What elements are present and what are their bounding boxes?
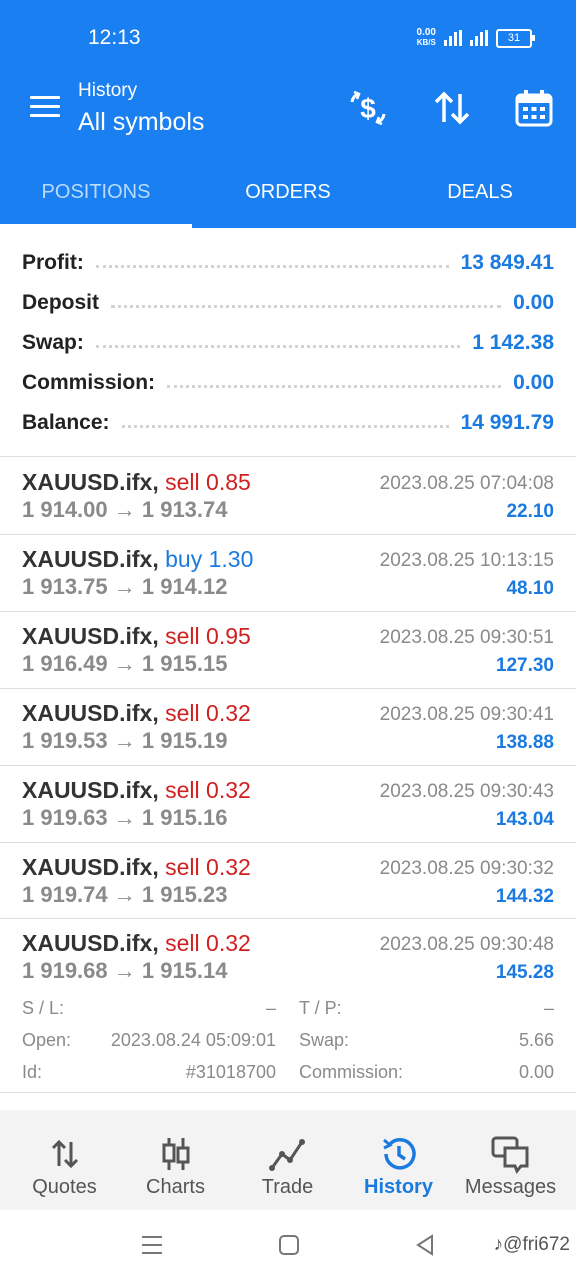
bottom-nav: Quotes Charts Trade History Messages: [0, 1110, 576, 1210]
summary-panel: Profit: 13 849.41 Deposit 0.00 Swap: 1 142.…: [0, 228, 576, 457]
summary-balance: Balance: 14 991.79: [22, 411, 554, 434]
recent-apps-icon[interactable]: [140, 1234, 164, 1256]
position-row[interactable]: XAUUSD.ifx, sell 0.32 1 919.53 → 1 915.1…: [0, 688, 576, 766]
tab-deals[interactable]: DEALS: [384, 152, 576, 228]
commission-value: 0.00: [518, 1062, 554, 1082]
nav-quotes[interactable]: Quotes: [7, 1110, 122, 1210]
summary-commission: Commission: 0.00: [22, 371, 554, 394]
position-row[interactable]: XAUUSD.ifx, sell 0.32 1 919.63 → 1 915.1…: [0, 765, 576, 843]
nav-trade[interactable]: Trade: [230, 1110, 345, 1210]
swap-value: 5.66: [518, 1030, 554, 1050]
history-icon: [383, 1138, 416, 1170]
position-row-expanded[interactable]: XAUUSD.ifx, sell 0.32 1 919.68 → 1 915.1…: [0, 918, 576, 1093]
summary-deposit: Deposit 0.00: [22, 291, 554, 314]
tp-value: –: [543, 998, 554, 1018]
id-value: #31018700: [185, 1062, 276, 1082]
net-speed: 0.00 KB/S: [416, 27, 436, 48]
position-row[interactable]: XAUUSD.ifx, sell 0.32 1 919.74 → 1 915.2…: [0, 842, 576, 919]
nav-messages[interactable]: Messages: [453, 1110, 568, 1210]
menu-icon[interactable]: [30, 96, 60, 118]
svg-text:$: $: [360, 93, 376, 124]
nav-history[interactable]: History: [341, 1110, 456, 1210]
position-row[interactable]: XAUUSD.ifx, buy 1.30 1 913.75 → 1 914.12…: [0, 534, 576, 612]
app-header: 12:13 0.00 KB/S 31 History All symbols $: [0, 0, 576, 228]
id-label: Id:: [22, 1062, 43, 1082]
status-icons: 0.00 KB/S 31: [416, 27, 535, 48]
messages-icon: [491, 1136, 529, 1174]
open-label: Open:: [22, 1030, 72, 1050]
nav-charts[interactable]: Charts: [118, 1110, 233, 1210]
symbol-selector[interactable]: All symbols: [78, 108, 204, 137]
back-icon[interactable]: [414, 1234, 436, 1256]
tp-label: T / P:: [299, 998, 342, 1018]
battery-icon: 31: [496, 28, 535, 48]
watermark: ♪@fri672: [493, 1234, 570, 1255]
status-time: 12:13: [88, 26, 141, 49]
header-subtitle: History: [78, 80, 138, 101]
status-bar: 12:13 0.00 KB/S 31: [0, 0, 576, 76]
sl-value: –: [265, 998, 276, 1018]
swap-label: Swap:: [299, 1030, 350, 1050]
system-nav-bar: ♪@fri672: [0, 1210, 576, 1280]
dollar-swap-icon[interactable]: $: [348, 88, 388, 128]
candlestick-icon: [162, 1138, 190, 1170]
tab-orders[interactable]: ORDERS: [192, 152, 384, 228]
calendar-icon[interactable]: [514, 88, 554, 128]
position-row[interactable]: XAUUSD.ifx, sell 0.95 1 916.49 → 1 915.1…: [0, 611, 576, 689]
signal-icon: [444, 30, 462, 46]
sl-label: S / L:: [22, 998, 65, 1018]
position-row[interactable]: XAUUSD.ifx, sell 0.85 1 914.00 → 1 913.7…: [0, 457, 576, 535]
summary-profit: Profit: 13 849.41: [22, 251, 554, 274]
tab-bar: POSITIONS ORDERS DEALS: [0, 152, 576, 228]
tab-positions[interactable]: POSITIONS: [0, 152, 192, 228]
summary-swap: Swap: 1 142.38: [22, 331, 554, 354]
sort-icon[interactable]: [432, 88, 472, 128]
signal-icon-2: [470, 30, 488, 46]
trade-icon: [269, 1139, 305, 1171]
home-icon[interactable]: [278, 1234, 300, 1256]
quotes-icon: [51, 1139, 79, 1169]
commission-label: Commission:: [299, 1062, 404, 1082]
open-value: 2023.08.24 05:09:01: [110, 1030, 276, 1050]
